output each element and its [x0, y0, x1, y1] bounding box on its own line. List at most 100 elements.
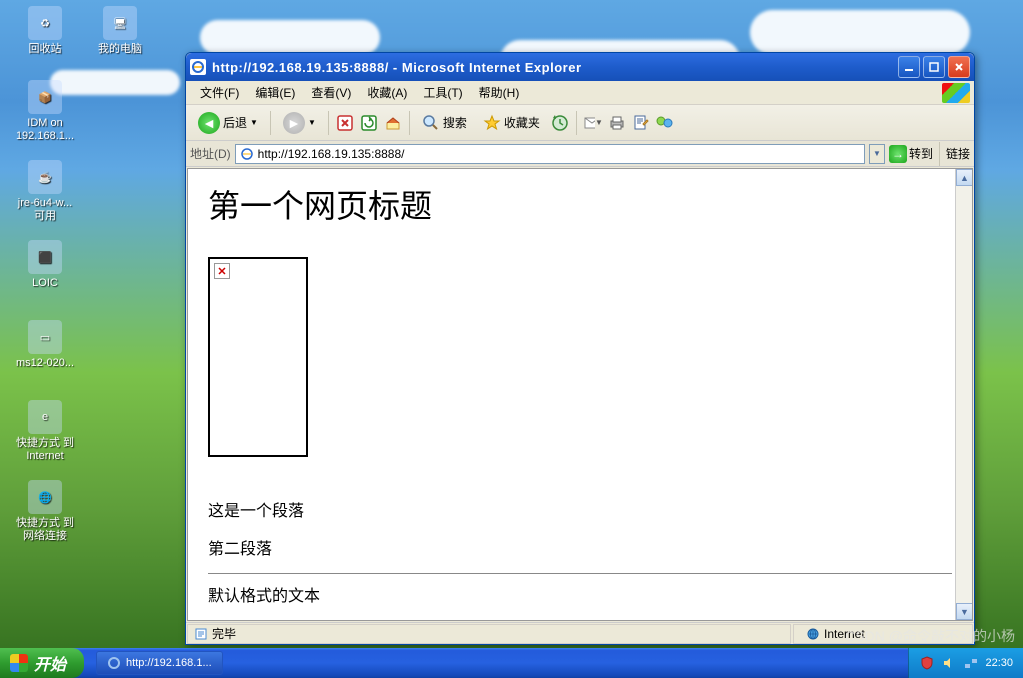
my-computer-icon: 🖥 [103, 6, 137, 40]
desktop-icon-ie-shortcut[interactable]: e 快捷方式 到Internet [10, 400, 80, 463]
desktop: ♻ 回收站 🖥 我的电脑 📦 IDM on192.168.1... ☕ jre-6u4-w..… [0, 0, 1023, 678]
desktop-icon-net-shortcut[interactable]: 🌐 快捷方式 到网络连接 [10, 480, 80, 543]
address-dropdown-button[interactable]: ▼ [869, 144, 885, 164]
task-label: http://192.168.1... [126, 657, 212, 669]
start-label: 开始 [34, 651, 66, 675]
content-area: 第一个网页标题 ✕ 这是一个段落 第二段落 默认格式的文本 ▲ ▼ [187, 168, 973, 621]
maximize-button[interactable] [923, 56, 945, 78]
history-button[interactable] [550, 113, 570, 133]
print-button[interactable] [607, 113, 627, 133]
links-label[interactable]: 链接 [946, 145, 970, 162]
paragraph-2: 第二段落 [208, 535, 952, 559]
desktop-icon-label: 回收站 [10, 43, 80, 56]
system-tray[interactable]: 22:30 [908, 648, 1023, 678]
recycle-bin-icon: ♻ [28, 6, 62, 40]
desktop-icon-label: 快捷方式 到网络连接 [10, 517, 80, 543]
desktop-icon-my-computer[interactable]: 🖥 我的电脑 [85, 6, 155, 56]
chevron-down-icon: ▼ [250, 118, 258, 127]
net-shortcut-icon: 🌐 [28, 480, 62, 514]
desktop-icon-jre[interactable]: ☕ jre-6u4-w...可用 [10, 160, 80, 223]
menu-item[interactable]: 工具(T) [415, 82, 470, 103]
internet-zone-icon [806, 627, 820, 641]
start-logo-icon [10, 654, 28, 672]
menu-item[interactable]: 编辑(E) [247, 82, 303, 103]
desktop-icon-recycle-bin[interactable]: ♻ 回收站 [10, 6, 80, 56]
status-text: 完毕 [212, 625, 236, 642]
messenger-button[interactable] [655, 113, 675, 133]
pre-text: 默认格式的文本 [208, 582, 952, 606]
page-body: 第一个网页标题 ✕ 这是一个段落 第二段落 默认格式的文本 [188, 169, 972, 621]
address-input[interactable]: http://192.168.19.135:8888/ [235, 144, 865, 164]
desktop-icon-label: 我的电脑 [85, 43, 155, 56]
vertical-scrollbar[interactable]: ▲ ▼ [955, 169, 972, 620]
address-url: http://192.168.19.135:8888/ [258, 147, 860, 161]
back-arrow-icon: ◄ [198, 112, 220, 134]
close-button[interactable] [948, 56, 970, 78]
paragraph-1: 这是一个段落 [208, 497, 952, 521]
desktop-icon-ms12[interactable]: ▭ ms12-020... [10, 320, 80, 370]
favorites-label: 收藏夹 [504, 114, 540, 131]
search-button[interactable]: 搜索 [416, 111, 473, 135]
page-favicon-icon [240, 147, 254, 161]
minimize-button[interactable] [898, 56, 920, 78]
menubar: 文件(F)编辑(E)查看(V)收藏(A)工具(T)帮助(H) [186, 81, 974, 105]
tray-time: 22:30 [985, 657, 1013, 669]
ie-shortcut-icon: e [28, 400, 62, 434]
zone-text: Internet [824, 627, 865, 641]
address-label: 地址(D) [190, 145, 231, 162]
start-button[interactable]: 开始 [0, 648, 84, 678]
back-label: 后退 [223, 114, 247, 131]
menu-item[interactable]: 查看(V) [303, 82, 359, 103]
star-icon [483, 114, 501, 132]
tray-shield-icon[interactable] [919, 655, 935, 671]
tray-network-icon[interactable] [963, 655, 979, 671]
go-label: 转到 [909, 145, 933, 162]
favorites-button[interactable]: 收藏夹 [477, 111, 546, 135]
desktop-icon-label: 快捷方式 到Internet [10, 437, 80, 463]
done-icon [194, 627, 208, 641]
statusbar: 完毕 Internet [186, 622, 974, 644]
desktop-icon-label: jre-6u4-w...可用 [10, 197, 80, 223]
chevron-down-icon: ▼ [308, 118, 316, 127]
go-button[interactable]: → 转到 [889, 145, 933, 163]
edit-button[interactable] [631, 113, 651, 133]
loic-icon: ⬛ [28, 240, 62, 274]
scroll-up-button[interactable]: ▲ [956, 169, 973, 186]
tray-volume-icon[interactable] [941, 655, 957, 671]
forward-arrow-icon: ► [283, 112, 305, 134]
taskbar-item-ie[interactable]: http://192.168.1... [96, 651, 223, 675]
menu-item[interactable]: 帮助(H) [471, 82, 528, 103]
jre-icon: ☕ [28, 160, 62, 194]
ie-task-icon [107, 656, 121, 670]
search-label: 搜索 [443, 114, 467, 131]
titlebar[interactable]: http://192.168.19.135:8888/ - Microsoft … [186, 53, 974, 81]
window-title: http://192.168.19.135:8888/ - Microsoft … [212, 60, 898, 75]
page-heading: 第一个网页标题 [208, 181, 952, 227]
ie-window: http://192.168.19.135:8888/ - Microsoft … [185, 52, 975, 645]
desktop-icon-label: ms12-020... [10, 357, 80, 370]
broken-image: ✕ [208, 257, 308, 457]
mail-button[interactable]: ▼ [583, 113, 603, 133]
menu-item[interactable]: 文件(F) [192, 82, 247, 103]
home-button[interactable] [383, 113, 403, 133]
idm-icon: 📦 [28, 80, 62, 114]
desktop-icon-idm[interactable]: 📦 IDM on192.168.1... [10, 80, 80, 143]
ie-favicon-icon [190, 59, 206, 75]
desktop-icon-label: IDM on192.168.1... [10, 117, 80, 143]
back-button[interactable]: ◄ 后退 ▼ [192, 109, 264, 137]
menu-item[interactable]: 收藏(A) [359, 82, 415, 103]
stop-button[interactable] [335, 113, 355, 133]
scroll-down-button[interactable]: ▼ [956, 603, 973, 620]
forward-button[interactable]: ► ▼ [277, 109, 322, 137]
addressbar: 地址(D) http://192.168.19.135:8888/ ▼ → 转到… [186, 141, 974, 167]
go-arrow-icon: → [889, 145, 907, 163]
desktop-icon-label: LOIC [10, 277, 80, 290]
desktop-icon-loic[interactable]: ⬛ LOIC [10, 240, 80, 290]
search-icon [422, 114, 440, 132]
horizontal-rule [208, 573, 952, 574]
refresh-button[interactable] [359, 113, 379, 133]
broken-image-icon: ✕ [214, 263, 230, 279]
taskbar: 开始 http://192.168.1... 22:30 [0, 648, 1023, 678]
ms12-icon: ▭ [28, 320, 62, 354]
toolbar: ◄ 后退 ▼ ► ▼ 搜索 收藏夹 ▼ [186, 105, 974, 141]
